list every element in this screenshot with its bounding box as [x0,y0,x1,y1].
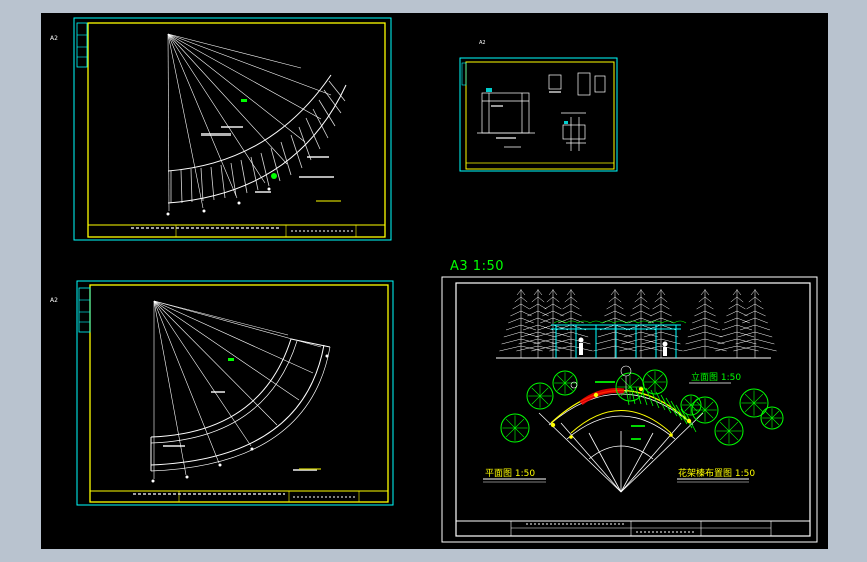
sheet-size-tag-top-middle: A2 [479,40,486,46]
sheet-size-tag-top-left: A2 [50,35,58,42]
conifer-tree [593,289,637,358]
sheet-bottom-right [441,276,818,543]
elevation-caption: 立面图 1:50 [691,373,742,383]
plan-caption: 平面图 1:50 [485,469,536,479]
drawing-canvas[interactable]: A2 A2 A2 A3 1:50 立面图 1:50 平面图 1:50 花架榛布置… [41,13,828,549]
conifer-tree [683,289,727,358]
cad-viewport[interactable]: A2 A2 A2 A3 1:50 立面图 1:50 平面图 1:50 花架榛布置… [0,0,867,562]
scale-heading: A3 1:50 [450,259,504,274]
layout-caption: 花架榛布置图 1:50 [678,469,756,479]
sheet-top-middle [459,57,618,172]
sheet-size-tag-bottom-left: A2 [50,297,58,304]
sheet-top-left [73,17,392,241]
conifer-tree [499,289,543,358]
sheet-bottom-left [76,280,394,506]
